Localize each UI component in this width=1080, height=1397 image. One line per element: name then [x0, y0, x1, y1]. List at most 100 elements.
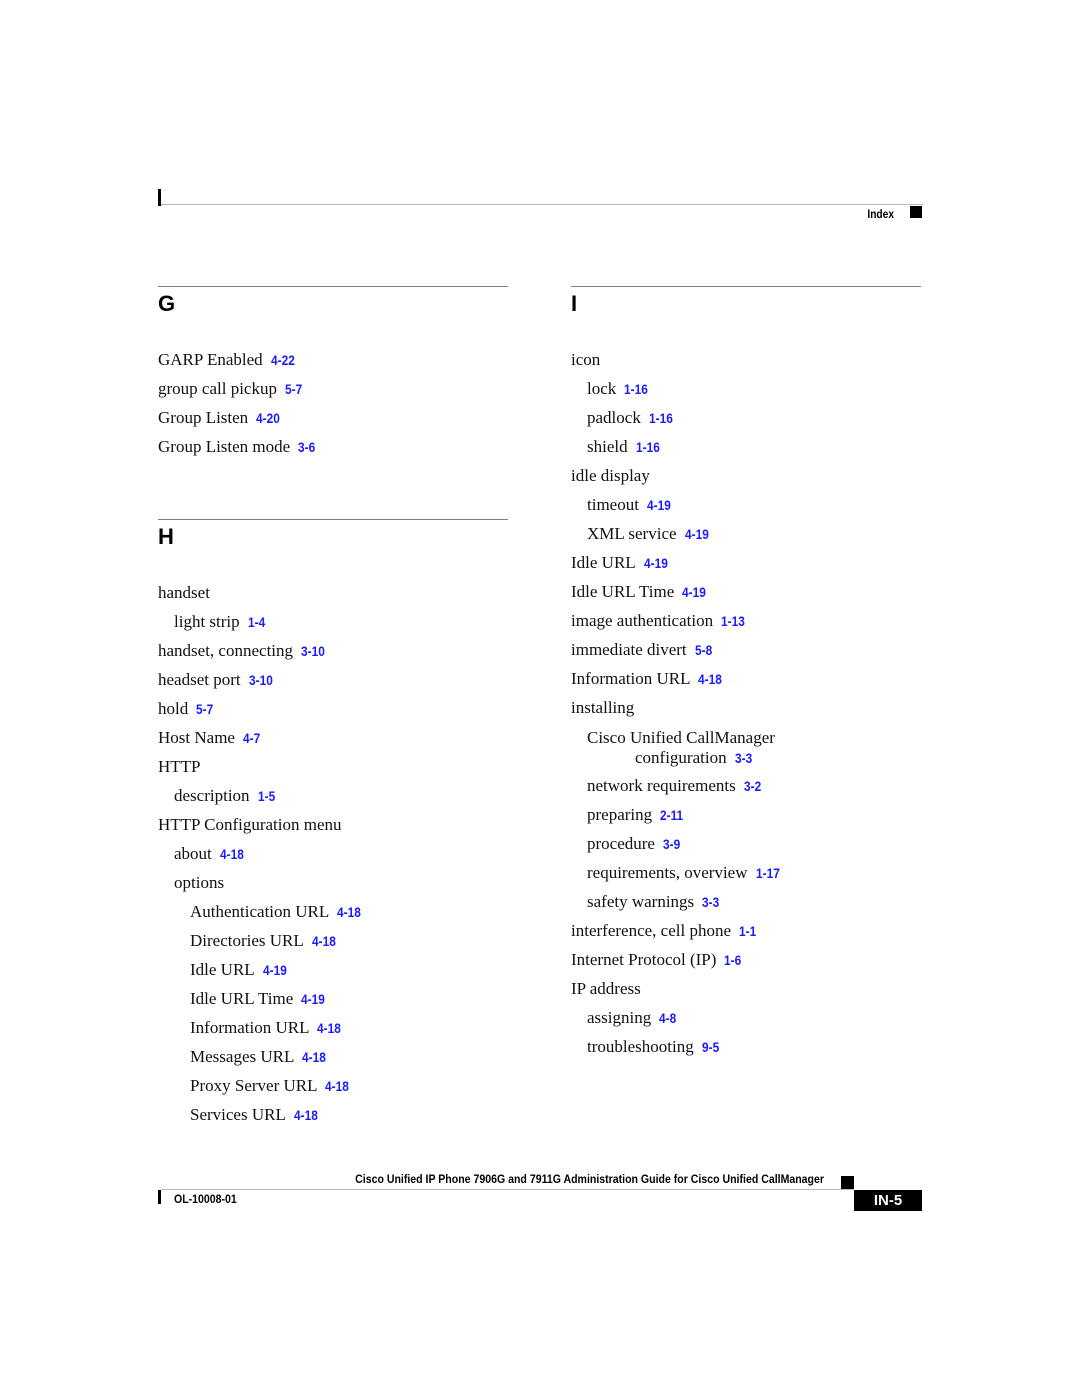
page-reference-link[interactable]: 4-19 [644, 549, 668, 578]
page-reference-link[interactable]: 3-10 [301, 637, 325, 666]
index-term: hold [158, 699, 189, 718]
page-reference-link[interactable]: 3-9 [663, 830, 680, 859]
page-reference-link[interactable]: 3-3 [702, 888, 719, 917]
index-term: Messages URL [190, 1047, 295, 1066]
index-term: Services URL [190, 1105, 286, 1124]
page-reference-link[interactable]: 4-22 [271, 346, 295, 375]
index-term: padlock [587, 408, 641, 427]
index-term-continuation-text: configuration [635, 748, 727, 767]
header-rule [161, 204, 923, 205]
index-entry: hold 5-7 [158, 694, 508, 723]
index-term: interference, cell phone [571, 921, 731, 940]
index-entry: Idle URL 4-19 [571, 548, 921, 577]
page-reference-link[interactable]: 1-6 [724, 946, 741, 975]
section-rule [158, 286, 508, 287]
page-reference-link[interactable]: 5-7 [285, 375, 302, 404]
index-term: HTTP Configuration menu [158, 815, 342, 834]
page-reference-link[interactable]: 5-7 [196, 695, 213, 724]
section-rule [158, 519, 508, 520]
page-reference-link[interactable]: 4-19 [301, 985, 325, 1014]
index-entry: Services URL 4-18 [158, 1100, 508, 1129]
page-reference-link[interactable]: 4-19 [263, 956, 287, 985]
page-reference-link[interactable]: 1-5 [258, 782, 275, 811]
index-entry: HTTP Configuration menu [158, 810, 508, 839]
index-term: handset [158, 583, 210, 602]
page-reference-link[interactable]: 4-18 [325, 1072, 349, 1101]
index-entry: Host Name 4-7 [158, 723, 508, 752]
page-reference-link[interactable]: 3-6 [298, 433, 315, 462]
index-entry: preparing 2-11 [571, 800, 921, 829]
index-term: image authentication [571, 611, 714, 630]
page-reference-link[interactable]: 3-10 [249, 666, 273, 695]
index-entry: network requirements 3-2 [571, 771, 921, 800]
index-term: immediate divert [571, 640, 687, 659]
index-term: Cisco Unified CallManager [587, 728, 775, 747]
page-reference-link[interactable]: 4-19 [682, 578, 706, 607]
index-entry: Group Listen 4-20 [158, 403, 508, 432]
page-reference-link[interactable]: 2-11 [660, 801, 683, 830]
index-term: Authentication URL [190, 902, 330, 921]
index-term: shield [587, 437, 628, 456]
index-entry: Proxy Server URL 4-18 [158, 1071, 508, 1100]
page-reference-link[interactable]: 4-19 [647, 491, 671, 520]
index-term: Directories URL [190, 931, 304, 950]
page-reference-link[interactable]: 1-16 [649, 404, 673, 433]
page-reference-link[interactable]: 4-7 [243, 724, 260, 753]
index-term: Information URL [190, 1018, 310, 1037]
page-reference-link[interactable]: 4-20 [256, 404, 280, 433]
index-term: lock [587, 379, 617, 398]
page-reference-link[interactable]: 1-13 [721, 607, 745, 636]
page-reference-link[interactable]: 1-4 [248, 608, 265, 637]
index-entry: troubleshooting 9-5 [571, 1032, 921, 1061]
index-term: Group Listen [158, 408, 249, 427]
page-reference-link[interactable]: 3-2 [744, 772, 761, 801]
page-reference-link[interactable]: 3-3 [735, 748, 752, 768]
index-term: procedure [587, 834, 655, 853]
index-term: timeout [587, 495, 639, 514]
index-term: installing [571, 698, 635, 717]
index-entry: Information URL 4-18 [571, 664, 921, 693]
page-reference-link[interactable]: 4-18 [698, 665, 722, 694]
page-reference-link[interactable]: 4-18 [317, 1014, 341, 1043]
header-block-marker [910, 206, 922, 218]
header-section-label: Index [867, 207, 894, 221]
page-reference-link[interactable]: 1-1 [739, 917, 756, 946]
page-reference-link[interactable]: 4-19 [685, 520, 709, 549]
page-reference-link[interactable]: 1-16 [624, 375, 648, 404]
index-entry: interference, cell phone 1-1 [571, 916, 921, 945]
index-entry: shield 1-16 [571, 432, 921, 461]
index-column-right: Iicon lock 1-16 padlock 1-16 shield 1-16 idle d… [571, 286, 921, 1061]
page-reference-link[interactable]: 4-8 [659, 1004, 676, 1033]
index-term: Group Listen mode [158, 437, 291, 456]
page-reference-link[interactable]: 9-5 [702, 1033, 719, 1062]
page-reference-link[interactable]: 5-8 [695, 636, 712, 665]
index-entry: Directories URL 4-18 [158, 926, 508, 955]
footer-page-number: IN-5 [854, 1190, 922, 1211]
page-reference-link[interactable]: 1-16 [636, 433, 660, 462]
page-reference-link[interactable]: 4-18 [312, 927, 336, 956]
page-reference-link[interactable]: 4-18 [337, 898, 361, 927]
index-column-left: G GARP Enabled 4-22 group call pickup 5-7 Gro… [158, 286, 508, 1129]
index-entry: image authentication 1-13 [571, 606, 921, 635]
index-entry: Information URL 4-18 [158, 1013, 508, 1042]
page-reference-link[interactable]: 4-18 [302, 1043, 326, 1072]
index-term: headset port [158, 670, 241, 689]
page-reference-link[interactable]: 4-18 [220, 840, 244, 869]
index-entry: IP address [571, 974, 921, 1003]
footer-margin-bar [158, 1190, 161, 1204]
index-entry: Idle URL Time 4-19 [571, 577, 921, 606]
index-term: assigning [587, 1008, 652, 1027]
index-entry: Cisco Unified CallManager configuration 3-… [571, 722, 921, 771]
index-term: IP address [571, 979, 641, 998]
page-reference-link[interactable]: 1-17 [756, 859, 780, 888]
index-section-g: G GARP Enabled 4-22 group call pickup 5-7 Gro… [158, 286, 508, 461]
section-letter: I [571, 291, 578, 316]
index-entry: Idle URL 4-19 [158, 955, 508, 984]
index-term: handset, connecting [158, 641, 294, 660]
index-entry: Authentication URL 4-18 [158, 897, 508, 926]
index-term: troubleshooting [587, 1037, 694, 1056]
page-reference-link[interactable]: 4-18 [294, 1101, 318, 1130]
footer-block-marker [841, 1176, 854, 1190]
